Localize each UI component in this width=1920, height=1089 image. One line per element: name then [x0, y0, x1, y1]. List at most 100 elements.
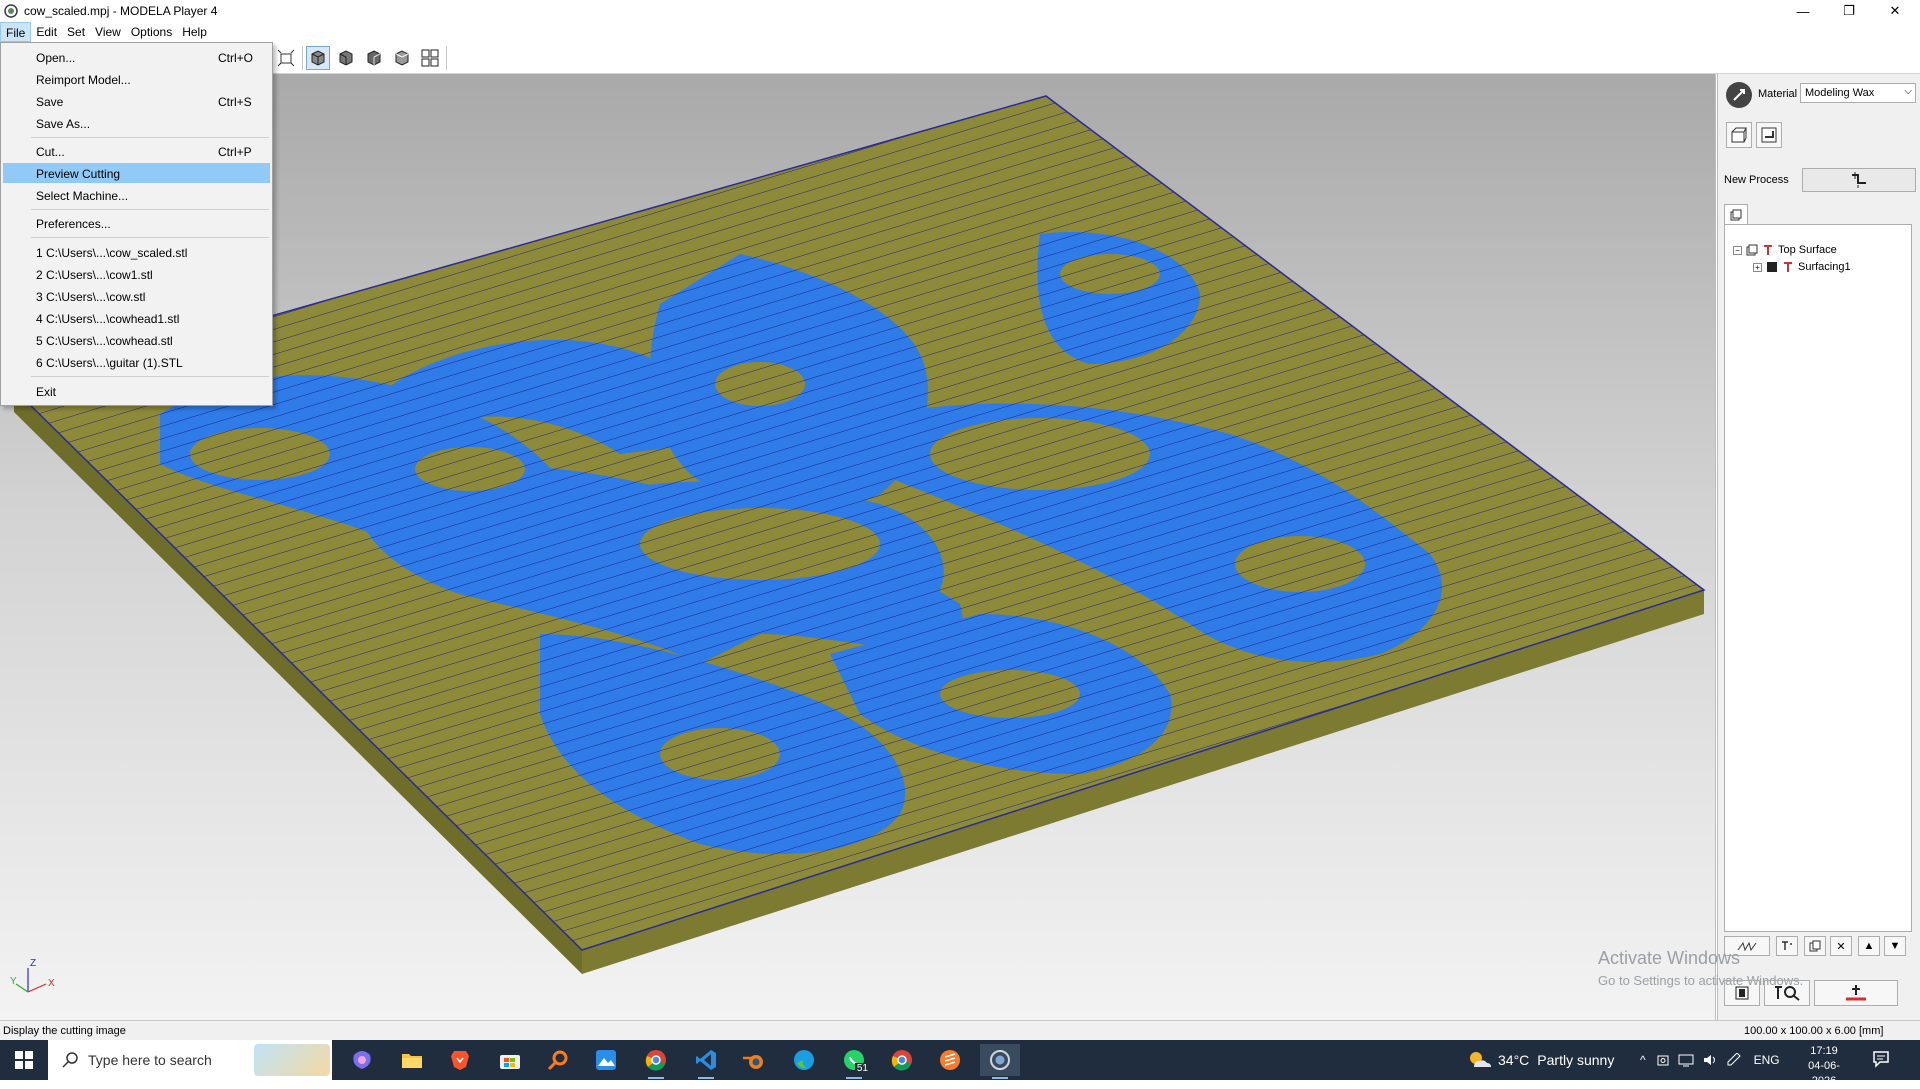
vscode-icon[interactable] — [686, 1044, 726, 1079]
photos-app-icon[interactable] — [586, 1044, 626, 1076]
toolbar — [0, 42, 1920, 74]
menu-help[interactable]: Help — [177, 22, 212, 42]
camera-icon[interactable] — [1656, 1053, 1670, 1067]
windows-logo-icon — [15, 1051, 33, 1069]
close-button[interactable]: ✕ — [1872, 0, 1918, 22]
edge-browser-icon[interactable] — [784, 1044, 824, 1076]
menu-options[interactable]: Options — [126, 22, 177, 42]
volume-icon[interactable] — [1702, 1053, 1718, 1067]
blender-icon[interactable] — [734, 1044, 774, 1076]
iso-view-icon[interactable] — [306, 46, 330, 70]
notification-icon[interactable] — [1872, 1050, 1890, 1068]
network-icon[interactable] — [1678, 1053, 1694, 1067]
move-down-icon[interactable]: ▼ — [1884, 936, 1906, 956]
tree-tab[interactable] — [1724, 204, 1748, 224]
new-process-button[interactable] — [1802, 168, 1916, 192]
file-menu-cut-label: Cut... — [36, 145, 65, 159]
menu-set[interactable]: Set — [62, 22, 90, 42]
file-menu-save-label: Save — [36, 95, 64, 109]
file-menu-recent-2[interactable]: 2 C:\Users\...\cow1.stl — [3, 264, 270, 284]
recent-file-label: 4 C:\Users\...\cowhead1.stl — [36, 312, 180, 326]
restore-button[interactable]: ❐ — [1826, 0, 1872, 22]
cut-icon[interactable] — [1814, 980, 1898, 1006]
copilot-icon[interactable] — [342, 1044, 382, 1076]
tree-node-surfacing1[interactable]: + Surfacing1 — [1753, 259, 1851, 275]
chevron-down-icon: ⌵ — [1904, 86, 1912, 97]
file-menu-recent-3[interactable]: 3 C:\Users\...\cow.stl — [3, 286, 270, 306]
chrome-profile-icon[interactable] — [636, 1044, 676, 1079]
brave-browser-icon[interactable] — [440, 1044, 480, 1076]
delete-icon[interactable]: ✕ — [1830, 936, 1852, 956]
process-tree: − Top Surface + Surfacing1 — [1724, 224, 1912, 932]
whatsapp-icon[interactable]: 51 — [834, 1044, 874, 1079]
stock-settings-icon[interactable] — [1726, 122, 1752, 148]
axis-z-label: Z — [30, 958, 36, 969]
weather-widget[interactable]: 34°C Partly sunny — [1466, 1040, 1614, 1080]
file-menu-recent-1[interactable]: 1 C:\Users\...\cow_scaled.stl — [3, 242, 270, 262]
collapse-icon[interactable]: − — [1733, 245, 1742, 255]
chevron-up-icon[interactable]: ^ — [1640, 1053, 1646, 1067]
process-tree-icon — [1730, 209, 1742, 220]
sublime-text-icon[interactable] — [930, 1044, 970, 1076]
file-menu-reimport[interactable]: Reimport Model... — [3, 69, 270, 89]
axis-y-label: Y — [10, 976, 17, 987]
file-menu-save-as-label: Save As... — [36, 117, 91, 131]
chrome-browser-icon[interactable] — [882, 1044, 922, 1076]
material-icon[interactable] — [1726, 82, 1752, 108]
file-menu-preferences[interactable]: Preferences... — [3, 213, 270, 233]
file-menu-recent-5[interactable]: 5 C:\Users\...\cowhead.stl — [3, 330, 270, 350]
pen-icon[interactable] — [1726, 1053, 1742, 1067]
file-menu-save[interactable]: Save Ctrl+S — [3, 91, 270, 111]
magnifier-app-icon[interactable] — [538, 1044, 578, 1076]
menu-edit[interactable]: Edit — [31, 22, 62, 42]
file-menu-exit[interactable]: Exit — [3, 381, 270, 401]
minimize-button[interactable]: — — [1780, 0, 1826, 22]
file-menu-cut[interactable]: Cut... Ctrl+P — [3, 141, 270, 161]
file-menu-cut-shortcut: Ctrl+P — [218, 145, 252, 159]
toolbar-separator — [446, 46, 447, 70]
copy-icon[interactable] — [1804, 936, 1826, 956]
fit-view-icon[interactable] — [274, 46, 298, 70]
activate-windows-watermark: Activate Windows Go to Settings to activ… — [1598, 948, 1803, 988]
file-menu-select-machine-label: Select Machine... — [36, 189, 129, 203]
top-view-icon[interactable] — [390, 46, 414, 70]
file-menu-preview-cutting[interactable]: Preview Cutting — [3, 163, 270, 183]
clock[interactable]: 17:19 04-06-2026 — [1796, 1044, 1852, 1089]
recent-file-label: 1 C:\Users\...\cow_scaled.stl — [36, 246, 188, 260]
taskbar-search-box[interactable]: Type here to search — [48, 1040, 332, 1080]
file-menu-select-machine[interactable]: Select Machine... — [3, 185, 270, 205]
menu-help-label: Help — [182, 25, 207, 39]
axis-indicator: Z Y X — [10, 958, 55, 993]
expand-icon[interactable]: + — [1753, 262, 1762, 272]
recent-file-label: 3 C:\Users\...\cow.stl — [36, 290, 146, 304]
whatsapp-unread-badge: 51 — [854, 1063, 870, 1074]
clock-date: 04-06-2026 — [1808, 1060, 1840, 1087]
file-menu-recent-4[interactable]: 4 C:\Users\...\cowhead1.stl — [3, 308, 270, 328]
side-view-icon[interactable] — [362, 46, 386, 70]
multi-view-icon[interactable] — [418, 46, 442, 70]
menu-view[interactable]: View — [90, 22, 126, 42]
file-explorer-icon[interactable] — [392, 1044, 432, 1076]
recent-file-label: 5 C:\Users\...\cowhead.stl — [36, 334, 173, 348]
menu-file[interactable]: File — [0, 22, 32, 42]
status-message: Display the cutting image — [3, 1025, 126, 1037]
model-dimensions: 100.00 x 100.00 x 6.00 [mm] — [1744, 1025, 1884, 1037]
move-up-icon[interactable]: ▲ — [1858, 936, 1880, 956]
file-menu-recent-6[interactable]: 6 C:\Users\...\guitar (1).STL — [3, 352, 270, 372]
surface-folder-icon — [1746, 244, 1758, 256]
material-select[interactable]: Modeling Wax ⌵ — [1800, 83, 1916, 103]
front-view-icon[interactable] — [334, 46, 358, 70]
model-settings-icon[interactable] — [1756, 122, 1782, 148]
microsoft-store-icon[interactable] — [490, 1044, 530, 1076]
window-title: cow_scaled.mpj - MODELA Player 4 — [24, 4, 218, 18]
material-label: Material — [1758, 88, 1798, 100]
menu-options-label: Options — [130, 25, 173, 39]
start-button[interactable] — [0, 1040, 48, 1080]
file-menu-open[interactable]: Open... Ctrl+O — [3, 47, 270, 67]
new-process-icon — [1852, 172, 1866, 188]
tree-node-top-surface[interactable]: − Top Surface — [1733, 242, 1837, 258]
modela-player-icon[interactable] — [980, 1044, 1020, 1079]
file-menu-save-as[interactable]: Save As... — [3, 113, 270, 133]
language-indicator[interactable]: ENG — [1754, 1053, 1780, 1067]
file-menu-preferences-label: Preferences... — [36, 217, 111, 231]
